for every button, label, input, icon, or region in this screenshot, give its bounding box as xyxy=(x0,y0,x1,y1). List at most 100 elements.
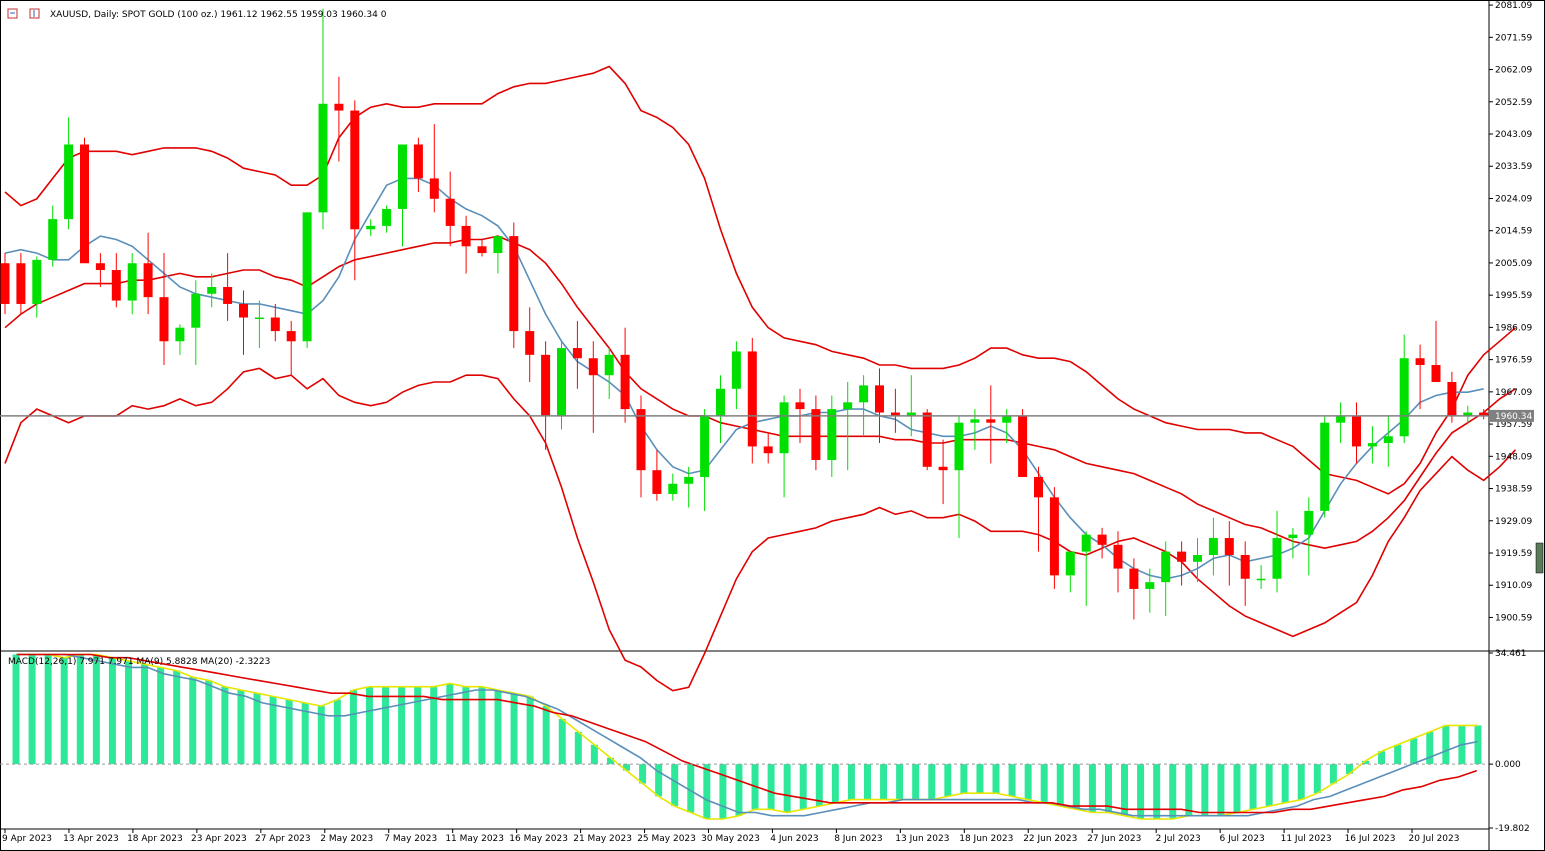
macd-bar xyxy=(1281,764,1289,803)
macd-bar xyxy=(896,764,904,800)
macd-bar xyxy=(992,764,1000,794)
candle-body xyxy=(1320,422,1330,511)
candle-body xyxy=(239,303,248,318)
candle-body xyxy=(1097,534,1107,545)
candle-body xyxy=(716,388,725,416)
macd-bar xyxy=(141,664,149,765)
macd-bar xyxy=(976,764,984,794)
candle-body xyxy=(859,385,869,403)
macd-bar xyxy=(478,686,486,765)
candle-body xyxy=(429,178,439,199)
macd-bar xyxy=(462,686,470,765)
candle-body xyxy=(954,422,964,471)
price-tick-label: 2071.59 xyxy=(1495,33,1532,43)
candle-body xyxy=(1113,544,1123,569)
candle-body xyxy=(1177,551,1187,562)
macd-bar xyxy=(124,660,132,765)
candle-body xyxy=(286,331,296,342)
candle-body xyxy=(731,351,741,389)
macd-bar xyxy=(574,731,582,765)
price-tick-label: 1986.09 xyxy=(1495,323,1532,333)
macd-bar xyxy=(92,654,100,765)
candle-body xyxy=(0,263,10,304)
price-tick-label: 1910.09 xyxy=(1495,581,1532,591)
macd-bar xyxy=(365,686,373,765)
macd-bar xyxy=(1297,764,1305,800)
macd-bar xyxy=(1217,764,1225,816)
price-tick-label: 2033.59 xyxy=(1495,162,1532,172)
candle-body xyxy=(270,317,280,332)
macd-bar xyxy=(157,667,165,765)
candle-body xyxy=(1399,358,1409,437)
price-tick-label: 1995.59 xyxy=(1495,291,1532,301)
candle-body xyxy=(636,409,646,471)
macd-bar xyxy=(1072,764,1080,810)
candle-body xyxy=(1193,555,1202,562)
macd-bar xyxy=(1442,725,1450,765)
macd-bar xyxy=(60,657,68,765)
candle-body xyxy=(175,327,185,342)
candle-body xyxy=(795,402,805,410)
candle-body xyxy=(1081,534,1091,552)
macd-bar xyxy=(542,706,550,765)
candle-body xyxy=(1034,476,1043,498)
candle-body xyxy=(1431,365,1441,382)
macd-bar xyxy=(398,686,406,765)
macd-bar xyxy=(510,693,518,765)
candle-body xyxy=(366,225,376,230)
macd-bar xyxy=(1008,764,1016,797)
macd-bar xyxy=(558,718,566,765)
price-chart[interactable]: 2081.09 2071.59 2062.09 2052.59 2043.09 2033.… xyxy=(0,0,1545,851)
candle-body xyxy=(207,286,217,294)
candle-body xyxy=(191,293,201,328)
symbol: XAUUSD xyxy=(50,10,88,20)
candle-body xyxy=(398,144,407,209)
candle-body xyxy=(350,110,360,230)
candle xyxy=(747,337,757,464)
macd-bar xyxy=(863,764,871,800)
candle xyxy=(1049,487,1059,589)
ohlc-values: 1961.12 1962.55 1959.03 1960.34 xyxy=(220,10,378,20)
candle-body xyxy=(1145,582,1155,589)
candle-body xyxy=(16,263,26,304)
macd-bar xyxy=(1088,764,1096,813)
time-tick-label: 13 Jun 2023 xyxy=(895,834,949,844)
macd-bar xyxy=(189,677,197,765)
time-tick-label: 27 Apr 2023 xyxy=(255,834,311,844)
macd-bar xyxy=(944,764,952,797)
macd-bar xyxy=(880,764,888,800)
macd-bar xyxy=(1201,764,1209,816)
time-tick-label: 23 Apr 2023 xyxy=(191,834,247,844)
price-badge: 1960.34 xyxy=(1490,409,1534,422)
time-tick-label: 18 Apr 2023 xyxy=(127,834,183,844)
macd-bar xyxy=(333,699,341,765)
candle-body xyxy=(1272,538,1282,579)
candle xyxy=(1018,409,1028,477)
candle-body xyxy=(32,259,42,304)
candle-body xyxy=(1002,415,1012,423)
macd-bar xyxy=(735,764,743,816)
macd-bar xyxy=(237,689,245,765)
candle-body xyxy=(493,236,503,254)
macd-bar xyxy=(221,686,229,765)
candle-body xyxy=(1256,578,1266,581)
candle-body xyxy=(1352,415,1361,447)
scroll-handle[interactable] xyxy=(1535,542,1544,574)
candle-body xyxy=(938,466,948,471)
macd-bar xyxy=(76,654,84,765)
candle-body xyxy=(111,270,121,301)
macd-bar xyxy=(1104,764,1112,813)
candle-body xyxy=(541,354,551,416)
time-tick-label: 22 Jun 2023 xyxy=(1023,834,1077,844)
price-tick-label: 2052.59 xyxy=(1495,98,1532,108)
macd-bar xyxy=(1153,764,1161,819)
macd-bar xyxy=(831,764,839,803)
macd-bar xyxy=(1056,764,1064,807)
macd-tick-label: 34.461 xyxy=(1495,649,1527,659)
macd-bar xyxy=(1040,764,1048,803)
price-tick-label: 2081.09 xyxy=(1495,1,1532,11)
price-tick-label: 2005.09 xyxy=(1495,259,1532,269)
time-tick-label: 4 Jun 2023 xyxy=(770,834,818,844)
time-tick-label: 6 Jul 2023 xyxy=(1220,834,1265,844)
price-tick-label: 2062.09 xyxy=(1495,66,1532,76)
